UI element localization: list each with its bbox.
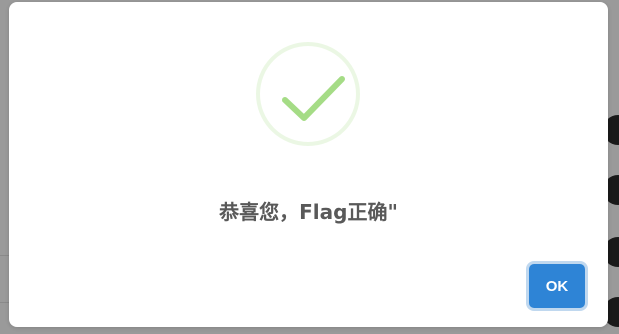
check-mark-icon	[282, 76, 345, 121]
success-check-icon	[256, 42, 360, 146]
dialog-title: 恭喜您，Flag正确"	[219, 200, 398, 224]
success-dialog: 恭喜您，Flag正确" OK	[9, 2, 608, 327]
ok-button[interactable]: OK	[529, 264, 585, 308]
